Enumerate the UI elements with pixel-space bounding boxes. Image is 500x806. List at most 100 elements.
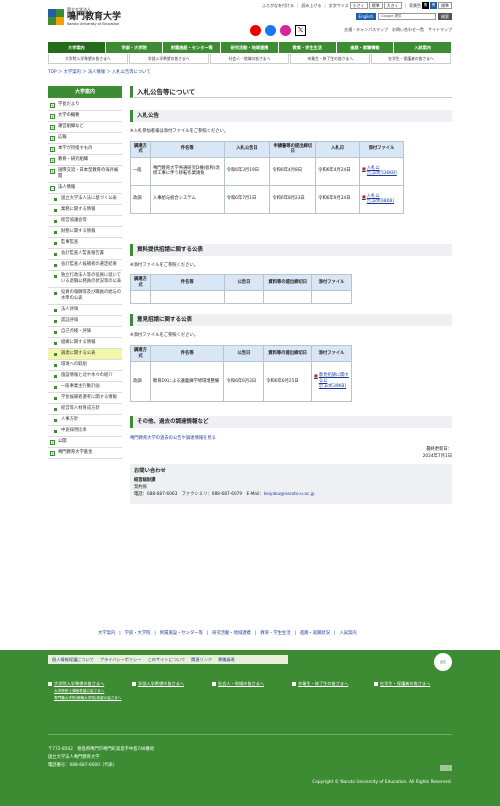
sidebar-item[interactable]: + 本学が目指すもの bbox=[48, 144, 122, 155]
footer-link[interactable]: 大学案内 bbox=[98, 631, 115, 637]
sidebar-item-label: 自己点検・評価 bbox=[61, 329, 92, 334]
audience-undergrad[interactable]: 学部入学希望の皆さまへ bbox=[128, 54, 209, 64]
font-large-button[interactable]: 大きく bbox=[383, 2, 402, 9]
audience-grad[interactable]: 大学院入学希望の皆さまへ bbox=[48, 54, 128, 64]
sidebar-item[interactable]: + 広報 bbox=[48, 133, 122, 144]
table-header: 公告日 bbox=[223, 274, 265, 292]
pdf-link[interactable]: ■ 入札公告.pdf[536KB] bbox=[362, 166, 401, 177]
sidebar-item[interactable]: + 公開 bbox=[48, 437, 122, 448]
table-header: 公告日 bbox=[223, 345, 265, 363]
sidebar-item[interactable]: + 大学の概要 bbox=[48, 111, 122, 122]
gnav-about[interactable]: 大学案内 bbox=[48, 42, 106, 53]
sidebar-item[interactable]: 役員の報酬等及び職員の給与の水準の公表 bbox=[48, 288, 122, 305]
sidebar-item[interactable]: 法人評価 bbox=[48, 305, 122, 316]
logo-mark-icon bbox=[48, 8, 64, 25]
breadcrumb[interactable]: TOP ＞ 大学案内 ＞ 法人情報 ＞ 入札公告等について bbox=[48, 70, 151, 76]
privacy-policy-link[interactable]: プライバシーポリシー bbox=[100, 657, 142, 662]
facebook-icon[interactable] bbox=[265, 25, 276, 36]
audience-alumni[interactable]: 卒業生・修了生の皆さまへ bbox=[290, 54, 371, 64]
sidebar-item[interactable]: 学長候補者選考に関する情報 bbox=[48, 393, 122, 404]
gnav-student-life[interactable]: 教育・学生生活 bbox=[278, 42, 337, 53]
privacy-protection-link[interactable]: 個人情報保護について bbox=[52, 657, 94, 662]
bg-black-button[interactable]: 黒 bbox=[422, 2, 429, 9]
sidebar-item[interactable]: + 教育・研究組織 bbox=[48, 155, 122, 166]
sidebar-item[interactable]: 認証評価 bbox=[48, 316, 122, 327]
bg-blue-button[interactable]: 青 bbox=[430, 2, 437, 9]
sidebar-item[interactable]: 人事方針 bbox=[48, 415, 122, 426]
pdf-link[interactable]: ■ 入札公告.pdf[68KB] bbox=[362, 194, 401, 205]
about-site-link[interactable]: このサイトについて bbox=[148, 657, 186, 662]
bg-normal-button[interactable]: 標準 bbox=[438, 2, 452, 9]
sidebar-item[interactable]: 調達に関する公表 bbox=[48, 349, 122, 360]
footer-link[interactable]: 研究活動・地域連携 bbox=[212, 631, 251, 637]
sidebar-item[interactable]: 会計監査人監査報告書 bbox=[48, 249, 122, 260]
university-logo[interactable]: 国立大学法人 鳴門教育大学 Naruto University of Educa… bbox=[48, 7, 121, 26]
sidebar-item-label: 国立大学法人法に基づく公表 bbox=[61, 196, 117, 201]
table-row: 政調 教育DXによる議義練学修環境整備 令和6年6月3日 令和6年6月25日 ■ 意見招請… bbox=[130, 361, 352, 403]
page-top-button[interactable] bbox=[440, 765, 452, 771]
sidebar-item[interactable]: + 国際交流・日本型教育の海外展開 bbox=[48, 166, 122, 183]
sidebar-item[interactable]: 中途採用比率 bbox=[48, 426, 122, 437]
sidebar-item[interactable]: + 学長だより bbox=[48, 100, 122, 111]
footer-link[interactable]: 進路・就職状況 bbox=[300, 631, 330, 637]
sidebar-item[interactable]: 国立大学法人法に基づく公表 bbox=[48, 194, 122, 205]
gnav-faculty[interactable]: 学部・大学院 bbox=[105, 42, 164, 53]
related-links-link[interactable]: 関連リンク bbox=[191, 657, 212, 662]
gnav-research[interactable]: 研究活動・地域連携 bbox=[221, 42, 279, 53]
gnav-facilities[interactable]: 附属施設・センター等 bbox=[163, 42, 222, 53]
search-button[interactable]: 検索 bbox=[438, 13, 452, 21]
sidebar-item[interactable]: 施設情報と北や木々の紹介 bbox=[48, 371, 122, 382]
contact-list-link[interactable]: お問い合わせ一覧 bbox=[392, 27, 424, 32]
instagram-icon[interactable] bbox=[280, 25, 291, 36]
sidebar-item[interactable]: 自己点検・評価 bbox=[48, 327, 122, 338]
staff-link[interactable]: 教職員専 bbox=[218, 657, 235, 662]
plus-icon: + bbox=[50, 168, 55, 174]
sidebar-item[interactable]: 監事監査 bbox=[48, 238, 122, 249]
plus-icon: + bbox=[50, 135, 55, 141]
audience-nav: 大学院入学希望の皆さまへ 学部入学希望の皆さまへ 社会人・地域の皆さまへ 卒業生… bbox=[48, 54, 452, 64]
bullet-icon bbox=[54, 274, 57, 278]
gnav-admission[interactable]: 入試案内 bbox=[394, 42, 453, 53]
contact-email-link[interactable]: keiyaku@naruto-u.ac.jp bbox=[264, 492, 315, 497]
footer-link[interactable]: 学部・大学院 bbox=[125, 631, 151, 637]
footer-link[interactable]: 教育・学生生活 bbox=[260, 631, 290, 637]
youtube-icon[interactable] bbox=[250, 25, 261, 36]
font-normal-button[interactable]: 標準 bbox=[368, 2, 383, 9]
bullet-icon bbox=[54, 208, 57, 212]
past-procurement-link[interactable]: 鳴門教育大学の過去の公告や調達情報を見る bbox=[130, 436, 216, 441]
gnav-career[interactable]: 進路・就職情報 bbox=[336, 42, 395, 53]
search-input[interactable]: Google 提供 bbox=[378, 13, 436, 21]
sidebar-item[interactable]: + 鳴門教育大学基金 bbox=[48, 448, 122, 459]
opinion-table: 調達方式 件名等 公告日 資料等の提出締切日 添付ファイル 政調 教育DXによる議義練学修… bbox=[130, 345, 352, 403]
sidebar-item[interactable]: 経営協議会等 bbox=[48, 216, 122, 227]
sidebar-item[interactable]: 一般事業主行動計画 bbox=[48, 382, 122, 393]
sidebar-item[interactable]: 独立行政法人等の役員に就いている退職公務員の状況等の公表 bbox=[48, 271, 122, 288]
read-aloud-link[interactable]: 読み上げる bbox=[301, 3, 321, 8]
bullet-icon bbox=[54, 308, 57, 312]
footer-sub-link[interactable]: 大学院修士課程希望の皆さまへ bbox=[48, 688, 130, 694]
english-button[interactable]: English bbox=[355, 13, 376, 21]
sidebar-item[interactable]: 業務に関する情報 bbox=[48, 205, 122, 216]
furigana-link[interactable]: ふりがなを付ける bbox=[262, 3, 294, 8]
sidebar-item-label: 人事方針 bbox=[61, 417, 79, 422]
sidebar-item[interactable]: 経営等人材育成方針 bbox=[48, 404, 122, 415]
bullet-icon bbox=[54, 219, 57, 223]
footer-link[interactable]: 附属施設・センター等 bbox=[160, 631, 203, 637]
global-nav: 大学案内 学部・大学院 附属施設・センター等 研究活動・地域連携 教育・学生生活… bbox=[48, 42, 453, 53]
audience-community[interactable]: 社会人・地域の皆さまへ bbox=[209, 54, 290, 64]
campus-map-link[interactable]: 交通・キャンパスマップ bbox=[344, 27, 388, 32]
pdf-link[interactable]: ■ 意見招請に関する公示.pdf[39KB] bbox=[314, 373, 349, 390]
footer-sub-link[interactable]: 専門職大学院(教職大学院)希望の皆さまへ bbox=[48, 695, 130, 701]
sidebar-item[interactable]: + 運営組織など bbox=[48, 122, 122, 133]
audience-students[interactable]: 在学生・保護者の皆さまへ bbox=[371, 54, 451, 64]
sidebar-item[interactable]: 環境への取組 bbox=[48, 360, 122, 371]
sidebar-item-label: 会計監査人監査報告書 bbox=[61, 251, 104, 256]
footer-link[interactable]: 入試案内 bbox=[339, 631, 356, 637]
x-icon[interactable]: 𝕏 bbox=[295, 25, 306, 36]
sitemap-link[interactable]: サイトマップ bbox=[428, 27, 452, 32]
sidebar-item[interactable]: 会計監査人候補者の選定結果 bbox=[48, 260, 122, 271]
sidebar-item[interactable]: 財務に関する情報 bbox=[48, 227, 122, 238]
sidebar-item[interactable]: − 法人情報 bbox=[48, 183, 122, 194]
sidebar-item[interactable]: 組織に関する情報 bbox=[48, 338, 122, 349]
font-small-button[interactable]: 小さく bbox=[349, 2, 368, 9]
